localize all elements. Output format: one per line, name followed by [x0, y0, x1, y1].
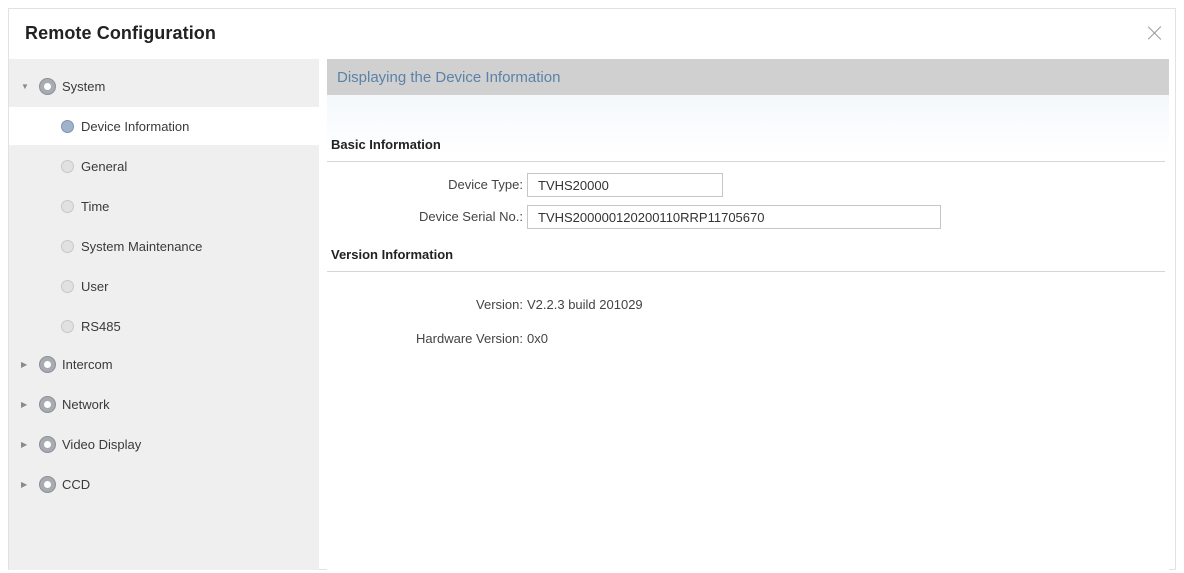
sidebar-item-device-information[interactable]: Device Information: [9, 107, 319, 145]
window-title: Remote Configuration: [25, 23, 216, 43]
sidebar-group-label: System: [62, 78, 106, 94]
expand-arrow-down-icon[interactable]: ▼: [21, 82, 29, 91]
expand-arrow-right-icon[interactable]: ▶: [21, 360, 27, 369]
content-header: Displaying the Device Information: [327, 59, 1169, 95]
close-icon[interactable]: [1145, 23, 1165, 43]
sidebar-group-label: CCD: [62, 476, 91, 492]
sidebar: ▼ System Device Information General Time…: [9, 59, 319, 570]
gear-icon: [39, 476, 56, 493]
sidebar-group-label: Intercom: [62, 356, 113, 372]
sidebar-item-general[interactable]: General: [9, 147, 319, 185]
content-panel: Displaying the Device Information Basic …: [327, 59, 1169, 570]
sidebar-item-label: Device Information: [81, 118, 190, 134]
sidebar-item-time[interactable]: Time: [9, 187, 319, 225]
settings-dot-icon: [61, 280, 74, 293]
settings-dot-icon: [61, 160, 74, 173]
sidebar-item-system-maintenance[interactable]: System Maintenance: [9, 227, 319, 265]
device-serial-label: Device Serial No.:: [418, 209, 523, 224]
sidebar-group-label: Network: [62, 396, 110, 412]
sidebar-group-ccd[interactable]: ▶ CCD: [9, 465, 319, 503]
expand-arrow-right-icon[interactable]: ▶: [21, 400, 27, 409]
settings-dot-icon: [61, 320, 74, 333]
version-information-title: Version Information: [331, 247, 454, 262]
gear-icon: [39, 396, 56, 413]
settings-dot-icon: [61, 240, 74, 253]
title-bar: Remote Configuration: [9, 9, 1175, 59]
hardware-version-label: Hardware Version:: [416, 331, 523, 346]
gear-icon: [39, 436, 56, 453]
device-serial-input[interactable]: [527, 205, 941, 229]
gear-icon: [39, 78, 56, 95]
sidebar-group-video-display[interactable]: ▶ Video Display: [9, 425, 319, 463]
sidebar-item-label: System Maintenance: [81, 238, 203, 254]
gear-icon: [39, 356, 56, 373]
sidebar-item-rs485[interactable]: RS485: [9, 307, 319, 345]
sidebar-item-user[interactable]: User: [9, 267, 319, 305]
remote-configuration-window: Remote Configuration ▼ System Device Inf…: [8, 8, 1176, 570]
settings-dot-icon: [61, 120, 74, 133]
sidebar-group-label: Video Display: [62, 436, 142, 452]
sidebar-group-network[interactable]: ▶ Network: [9, 385, 319, 423]
version-label: Version:: [476, 297, 523, 312]
settings-dot-icon: [61, 200, 74, 213]
sidebar-group-system[interactable]: ▼ System: [9, 67, 319, 105]
sidebar-item-label: General: [81, 158, 128, 174]
sidebar-item-label: RS485: [81, 318, 121, 334]
expand-arrow-right-icon[interactable]: ▶: [21, 480, 27, 489]
basic-information-title: Basic Information: [331, 137, 441, 152]
device-type-label: Device Type:: [448, 177, 523, 192]
device-type-input[interactable]: [527, 173, 723, 197]
sidebar-item-label: User: [81, 278, 109, 294]
version-value: V2.2.3 build 201029: [527, 297, 643, 312]
section-divider: [327, 161, 1165, 162]
section-divider: [327, 271, 1165, 272]
sidebar-group-intercom[interactable]: ▶ Intercom: [9, 345, 319, 383]
sidebar-item-label: Time: [81, 198, 110, 214]
expand-arrow-right-icon[interactable]: ▶: [21, 440, 27, 449]
hardware-version-value: 0x0: [527, 331, 548, 346]
content-body: Basic Information Device Type: Device Se…: [327, 95, 1169, 570]
